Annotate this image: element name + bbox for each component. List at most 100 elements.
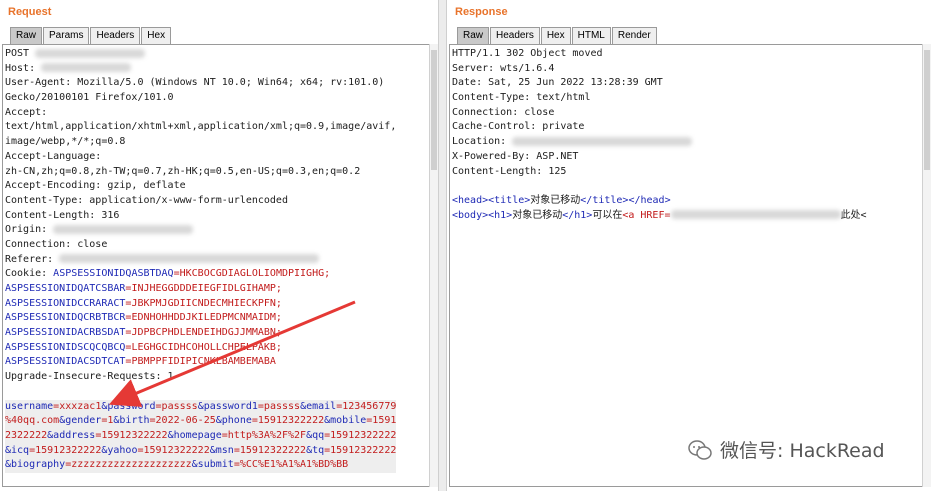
cookie-value: =EDNHOHHDDJKILEDPMCNMAIDM; — [125, 312, 282, 324]
response-line: Content-Type: text/html — [452, 91, 867, 106]
request-title: Request — [8, 6, 52, 18]
request-line: POST — [5, 47, 396, 62]
header-text: User-Agent: Mozilla/5.0 (Windows NT 10.0… — [5, 77, 385, 89]
header-text: Accept-Encoding: gzip, deflate — [5, 180, 186, 192]
request-line: Referer: — [5, 253, 396, 268]
request-line: Accept-Encoding: gzip, deflate — [5, 179, 396, 194]
request-line: Gecko/20100101 Firefox/101.0 — [5, 91, 396, 106]
header-text: Connection: close — [5, 238, 108, 250]
response-pane: Response Raw Headers Hex HTML Render HTT… — [447, 0, 931, 491]
header-text: image/webp,*/*;q=0.8 — [5, 136, 126, 148]
watermark: 微信号: HackRead — [688, 436, 885, 463]
response-line: X-Powered-By: ASP.NET — [452, 150, 867, 165]
header-text: Content-Length: 316 — [5, 209, 120, 221]
cookie-name: ASPSESSIONIDQATCSBAR — [5, 283, 126, 294]
request-line: Content-Length: 316 — [5, 209, 396, 224]
request-editor[interactable]: POST Host: User-Agent: Mozilla/5.0 (Wind… — [2, 44, 430, 487]
response-editor[interactable]: HTTP/1.1 302 Object moved Server: wts/1.6… — [449, 44, 923, 487]
param-value: =xxxzac1 — [53, 400, 102, 412]
response-title: Response — [455, 6, 508, 18]
param-value: =15912322222 — [95, 429, 168, 441]
header-text: Host: — [5, 62, 42, 74]
header-text: Location: — [452, 136, 513, 148]
param-name: &phone — [215, 415, 252, 427]
redacted-value — [41, 63, 132, 73]
header-text: Upgrade-Insecure-Requests: 1 — [5, 371, 174, 383]
param-value: =123456779 — [336, 400, 397, 412]
tab-params[interactable]: Params — [43, 27, 90, 45]
cookie-value: =HKCBOCGDIAGLOLIOMDPIIGHG; — [173, 268, 331, 280]
tab-raw[interactable]: Raw — [457, 27, 490, 45]
header-text: Content-Type: application/x-www-form-url… — [5, 194, 288, 206]
html-line: <head><title>对象已移动</title></head> — [452, 194, 867, 209]
param-name: &msn — [209, 444, 234, 456]
request-line: User-Agent: Mozilla/5.0 (Windows NT 10.0… — [5, 76, 396, 91]
param-value: =passss — [155, 400, 198, 412]
cookie-value: =INJHEGGDDDEIEGFIDLGIHAMP; — [125, 283, 282, 294]
cookie-name: ASPSESSIONIDACSDTCAT — [5, 356, 126, 368]
pane-divider[interactable] — [438, 0, 447, 491]
cookie-value: =JBKPMJGDIICNDECMHIECKPFN; — [125, 297, 282, 309]
param-name: &gender — [59, 415, 102, 427]
scroll-thumb[interactable] — [924, 50, 930, 170]
response-tabs: Raw Headers Hex HTML Render — [457, 27, 658, 45]
cookie-name: ASPSESSIONIDQASBTDAQ — [53, 268, 174, 280]
redacted-value — [53, 224, 194, 234]
request-line: image/webp,*/*;q=0.8 — [5, 135, 396, 150]
request-body-line: 2322222&address=15912322222&homepage=htt… — [5, 428, 397, 444]
request-line: ASPSESSIONIDQCRBTBCR=EDNHOHHDDJKILEDPMCN… — [5, 311, 396, 326]
request-body-line: username=xxxzac1&password=passss&passwor… — [5, 399, 397, 415]
tab-hex[interactable]: Hex — [540, 27, 571, 45]
request-line: ASPSESSIONIDCCRARACT=JBKPMJGDIICNDECMHIE… — [5, 297, 396, 312]
response-line: Date: Sat, 25 Jun 2022 13:28:39 GMT — [452, 76, 867, 91]
request-pane: Request Raw Params Headers Hex POST Host… — [0, 0, 438, 491]
html-tag: </h1> — [562, 209, 593, 221]
html-text: 可以在 — [592, 209, 623, 221]
tab-hex[interactable]: Hex — [141, 27, 172, 45]
request-line: ASPSESSIONIDACRBSDAT=JDPBCPHDLENDEIHDGJJ… — [5, 326, 396, 341]
response-line: Location: — [452, 135, 867, 150]
response-scrollbar[interactable] — [922, 44, 931, 487]
request-line: Cookie: ASPSESSIONIDQASBTDAQ=HKCBOCGDIAG… — [5, 267, 396, 282]
tab-render[interactable]: Render — [611, 27, 657, 45]
param-name: &email — [300, 400, 337, 412]
param-value: =zzzzzzzzzzzzzzzzzzzz — [65, 459, 192, 471]
header-text: POST — [5, 48, 36, 59]
tab-html[interactable]: HTML — [571, 27, 611, 45]
header-text: Referer: — [5, 253, 60, 265]
request-scrollbar[interactable] — [429, 44, 438, 487]
header-text: Connection: close — [452, 106, 555, 118]
scroll-thumb[interactable] — [431, 50, 437, 170]
param-value: =15912322222 — [324, 429, 397, 441]
request-tabs: Raw Params Headers Hex — [10, 27, 172, 45]
header-text: Accept-Language: — [5, 150, 102, 162]
response-text: HTTP/1.1 302 Object moved Server: wts/1.6… — [452, 47, 867, 223]
header-text: Content-Length: 125 — [452, 165, 567, 177]
tab-raw[interactable]: Raw — [10, 27, 43, 45]
response-line: Cache-Control: private — [452, 120, 867, 135]
param-name: &yahoo — [101, 444, 138, 456]
param-value: =2022-06-25 — [149, 415, 216, 427]
param-name: &password — [101, 400, 156, 412]
request-text: POST Host: User-Agent: Mozilla/5.0 (Wind… — [5, 47, 397, 473]
html-line: <body><h1>对象已移动</h1>可以在<a HREF= 此处< — [452, 209, 867, 224]
request-line: ASPSESSIONIDSCQCQBCQ=LEGHGCIDHCOHOLLCHPE… — [5, 341, 396, 356]
header-text: Content-Type: text/html — [452, 92, 591, 104]
request-line — [5, 385, 396, 400]
tab-headers[interactable]: Headers — [90, 27, 141, 45]
request-line: Content-Type: application/x-www-form-url… — [5, 194, 396, 209]
cookie-name: ASPSESSIONIDSCQCQBCQ — [5, 341, 126, 353]
request-body-line: %40qq.com&gender=1&birth=2022-06-25&phon… — [5, 414, 397, 429]
param-name: &icq — [5, 444, 30, 456]
param-value: 2322222 — [5, 429, 48, 441]
param-value: =%CC%E1%A1%A1%BD%BB — [233, 459, 349, 471]
redacted-value — [512, 136, 693, 146]
param-value: =15912322222 — [233, 444, 307, 456]
request-body-line: &biography=zzzzzzzzzzzzzzzzzzzz&submit=%… — [5, 458, 397, 473]
tab-headers[interactable]: Headers — [490, 27, 540, 45]
param-value: =passss — [257, 400, 301, 412]
redacted-value — [35, 48, 146, 58]
header-text: Server: wts/1.6.4 — [452, 62, 555, 74]
response-line: Content-Length: 125 — [452, 165, 867, 180]
param-name: username — [5, 400, 54, 412]
